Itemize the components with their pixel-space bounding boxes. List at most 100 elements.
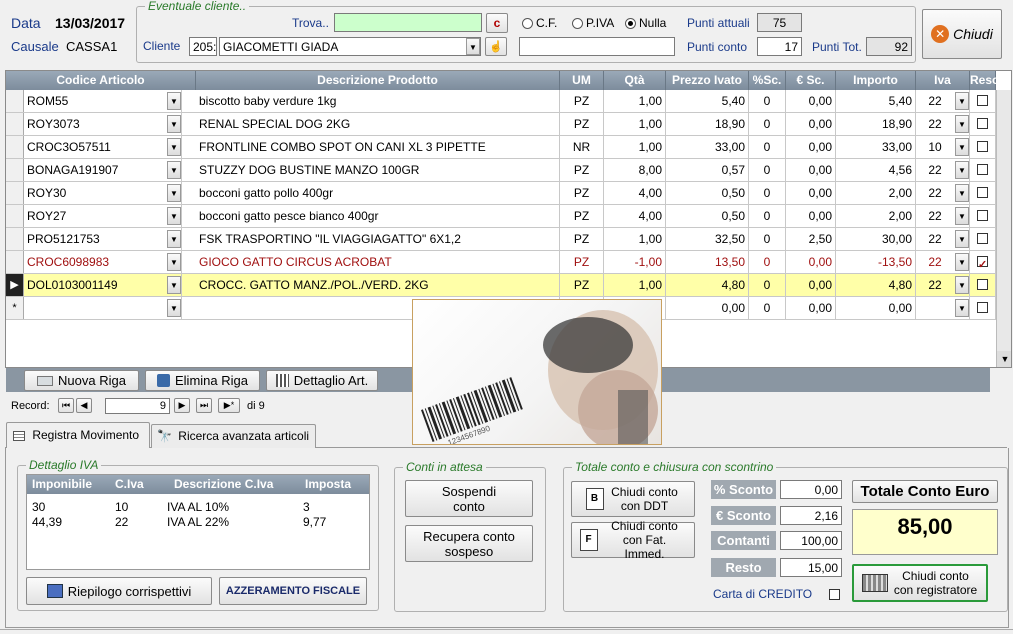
cell-prezzo[interactable]: 32,50 [666,228,749,250]
cell-um[interactable]: PZ [560,182,604,204]
cell-esc[interactable]: 0,00 [786,205,836,227]
cell-prezzo[interactable]: 18,90 [666,113,749,135]
grid-col-header-8[interactable]: Iva [916,71,970,90]
cell-reso[interactable] [970,113,996,135]
cell-reso[interactable] [970,228,996,250]
cell-um[interactable]: PZ [560,251,604,273]
cell-descr[interactable]: bocconi gatto pollo 400gr [196,182,560,204]
cell-psc[interactable]: 0 [749,274,786,296]
cliente-code-field[interactable]: 205: [189,37,217,56]
reso-checkbox[interactable] [977,210,988,221]
grid-col-header-0[interactable]: Codice Articolo [6,71,196,90]
chevron-down-icon[interactable]: ▼ [167,207,181,225]
cell-importo[interactable]: 33,00 [836,136,916,158]
table-row[interactable]: ROY3073 ▼ RENAL SPECIAL DOG 2KG PZ 1,00 18,90… [6,113,1011,136]
cell-descr[interactable]: CROCC. GATTO MANZ./POL./VERD. 2KG [196,274,560,296]
table-row[interactable]: CROC3O57511 ▼ FRONTLINE COMBO SPOT ON CANI… [6,136,1011,159]
cell-codice[interactable]: CROC6098983 [24,251,182,273]
first-record-button[interactable]: ⏮ [58,398,74,413]
cell-descr[interactable]: GIOCO GATTO CIRCUS ACROBAT [196,251,560,273]
azzeramento-fiscale-button[interactable]: AZZERAMENTO FISCALE [219,577,367,605]
cell-reso[interactable] [970,90,996,112]
radio-piva[interactable]: P.IVA [572,16,614,30]
cliente-extra-field[interactable] [519,37,675,56]
cell-esc[interactable]: 0,00 [786,274,836,296]
cell-descr[interactable]: FRONTLINE COMBO SPOT ON CANI XL 3 PIPETT… [196,136,560,158]
cell-prezzo[interactable]: 5,40 [666,90,749,112]
row-selector[interactable]: * [6,297,24,319]
new-record-button[interactable]: ▶* [218,398,240,413]
riepilogo-corrispettivi-button[interactable]: Riepilogo corrispettivi [26,577,212,605]
cell-descr[interactable]: FSK TRASPORTINO "IL VIAGGIAGATTO" 6X1,2 [196,228,560,250]
last-record-button[interactable]: ⏭ [196,398,212,413]
chevron-down-icon[interactable]: ▼ [955,138,969,156]
reso-checkbox[interactable] [977,141,988,152]
tab-registra[interactable]: Registra Movimento [6,422,150,448]
cell-codice[interactable]: ROM55 [24,90,182,112]
chevron-down-icon[interactable]: ▼ [167,161,181,179]
chevron-down-icon[interactable]: ▼ [955,299,969,317]
chevron-down-icon[interactable]: ▼ [167,138,181,156]
cell-importo[interactable]: 4,80 [836,274,916,296]
chiudi-button[interactable]: ✕ Chiudi [922,9,1002,59]
cell-um[interactable]: NR [560,136,604,158]
cell-codice[interactable]: PRO5121753 [24,228,182,250]
cell-psc[interactable]: 0 [749,228,786,250]
table-row[interactable]: BONAGA191907 ▼ STUZZY DOG BUSTINE MANZO 10… [6,159,1011,182]
chevron-down-icon[interactable]: ▼ [167,253,181,271]
chiudi-fattura-button[interactable]: F Chiudi conto con Fat. Immed. [571,519,695,561]
chevron-down-icon[interactable]: ▼ [955,115,969,133]
cell-reso[interactable] [970,182,996,204]
cell-reso[interactable] [970,205,996,227]
cell-importo[interactable]: 2,00 [836,205,916,227]
chevron-down-icon[interactable]: ▼ [955,161,969,179]
chiudi-registratore-button[interactable]: Chiudi conto con registratore [852,564,988,602]
row-selector[interactable] [6,228,24,250]
dettaglio-art-button[interactable]: Dettaglio Art. [266,370,378,391]
cell-qta[interactable]: 4,00 [604,182,666,204]
nuova-riga-button[interactable]: Nuova Riga [24,370,139,391]
table-row[interactable]: ROM55 ▼ biscotto baby verdure 1kg PZ 1,00 5,4… [6,90,1011,113]
chevron-down-icon[interactable]: ▼ [167,299,181,317]
chevron-down-icon[interactable]: ▼ [167,92,181,110]
cell-prezzo[interactable]: 4,80 [666,274,749,296]
radio-nulla[interactable]: Nulla [625,16,666,30]
cell-importo[interactable]: 2,00 [836,182,916,204]
chiudi-ddt-button[interactable]: B Chiudi conto con DDT [571,481,695,517]
cell-esc[interactable]: 0,00 [786,297,836,319]
reso-checkbox[interactable] [977,118,988,129]
table-row[interactable]: ROY30 ▼ bocconi gatto pollo 400gr PZ 4,00 0,5… [6,182,1011,205]
cell-codice[interactable]: ROY30 [24,182,182,204]
cell-um[interactable]: PZ [560,228,604,250]
cell-qta[interactable]: 1,00 [604,136,666,158]
chevron-down-icon[interactable]: ▼ [167,276,181,294]
cell-importo[interactable]: 5,40 [836,90,916,112]
cell-esc[interactable]: 0,00 [786,182,836,204]
reso-checkbox[interactable] [977,254,988,273]
cell-codice[interactable]: ROY3073 [24,113,182,135]
grid-scrollbar[interactable]: ▼ [996,90,1011,367]
cell-descr[interactable]: STUZZY DOG BUSTINE MANZO 100GR [196,159,560,181]
cell-psc[interactable]: 0 [749,113,786,135]
cell-psc[interactable]: 0 [749,182,786,204]
cell-qta[interactable]: -1,00 [604,251,666,273]
table-row[interactable]: CROC6098983 ▼ GIOCO GATTO CIRCUS ACROBAT PZ… [6,251,1011,274]
grid-col-header-1[interactable]: Descrizione Prodotto [196,71,560,90]
grid-col-header-7[interactable]: Importo [836,71,916,90]
contanti-field[interactable]: 100,00 [780,531,842,550]
cell-um[interactable]: PZ [560,113,604,135]
cell-prezzo[interactable]: 0,57 [666,159,749,181]
cell-esc[interactable]: 0,00 [786,113,836,135]
cell-reso[interactable] [970,159,996,181]
elimina-riga-button[interactable]: Elimina Riga [145,370,260,391]
cell-importo[interactable]: -13,50 [836,251,916,273]
cliente-dropdown-icon[interactable]: ▼ [466,38,480,55]
cell-um[interactable]: PZ [560,274,604,296]
row-selector[interactable] [6,136,24,158]
grid-col-header-3[interactable]: Qtà [604,71,666,90]
chevron-down-icon[interactable]: ▼ [955,207,969,225]
cell-um[interactable]: PZ [560,205,604,227]
grid-col-header-9[interactable]: Reso [970,71,999,90]
cliente-edit-button[interactable]: ☝ [485,37,507,56]
cell-importo[interactable]: 18,90 [836,113,916,135]
